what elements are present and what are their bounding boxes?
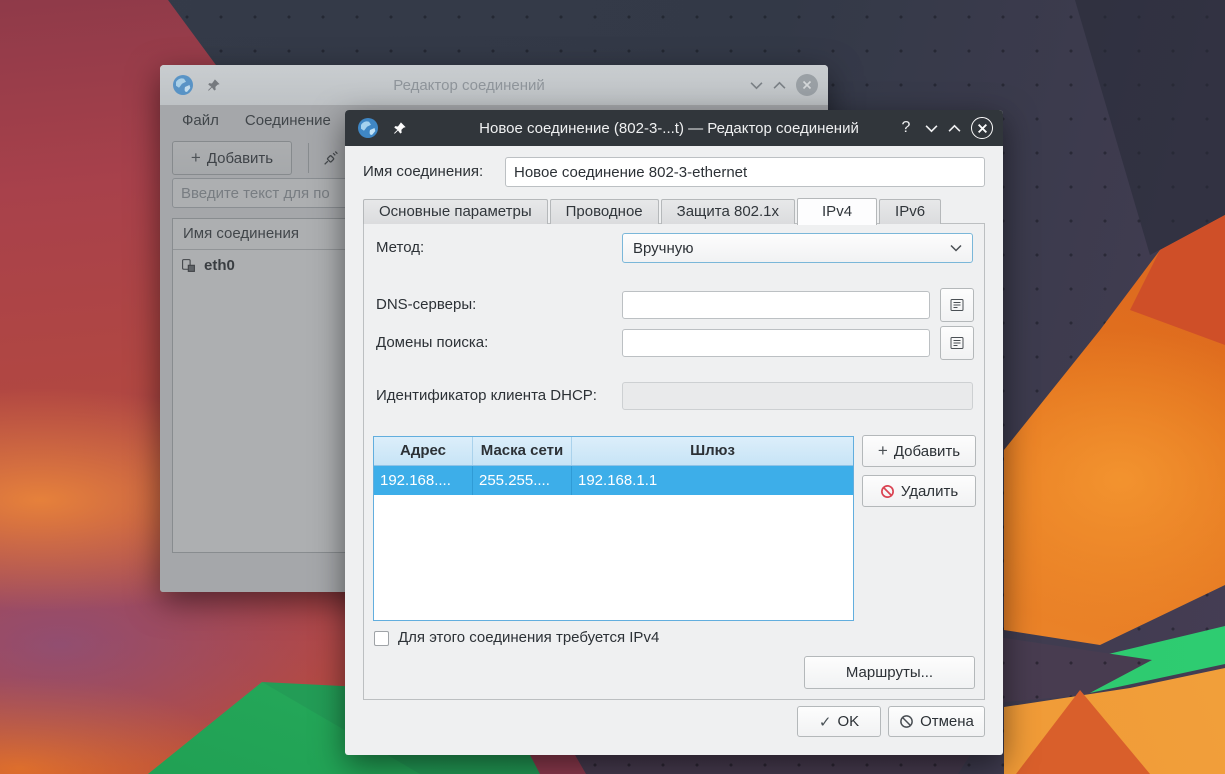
cell-gateway: 192.168.1.1	[572, 466, 853, 495]
delete-block-icon	[880, 484, 895, 499]
ok-button[interactable]: ✓ OK	[797, 706, 881, 737]
method-combobox[interactable]: Вручную	[622, 233, 973, 263]
pin-icon[interactable]	[206, 78, 221, 93]
titlebar[interactable]: Редактор соединений	[160, 65, 828, 105]
app-globe-icon	[172, 74, 194, 96]
addresses-table[interactable]: Адрес Маска сети Шлюз 192.168.... 255.25…	[373, 436, 854, 621]
help-icon[interactable]: ?	[897, 119, 915, 137]
plus-icon: +	[878, 441, 888, 461]
dialog-title: Новое соединение (802-3-...t) — Редактор…	[465, 120, 873, 137]
delete-address-label: Удалить	[901, 483, 958, 500]
tab-8021x-security[interactable]: Защита 802.1x	[661, 199, 795, 224]
table-row[interactable]: 192.168.... 255.255.... 192.168.1.1	[374, 466, 853, 495]
cancel-block-icon	[899, 714, 914, 729]
desktop: Редактор соединений Файл Соединение + До…	[0, 0, 1225, 774]
cell-address: 192.168....	[374, 466, 473, 495]
dns-servers-edit-button[interactable]	[940, 288, 974, 322]
column-header-netmask[interactable]: Маска сети	[473, 437, 572, 465]
ok-label: OK	[837, 713, 859, 730]
require-ipv4-checkbox[interactable]	[374, 631, 389, 646]
method-value: Вручную	[633, 240, 694, 257]
close-icon[interactable]	[796, 74, 818, 96]
pin-icon[interactable]	[392, 121, 407, 136]
dhcp-client-id-label: Идентификатор клиента DHCP:	[376, 381, 597, 411]
list-edit-icon	[949, 297, 965, 313]
chevron-down-icon	[950, 244, 962, 252]
minimize-chevron-down-icon[interactable]	[925, 124, 938, 133]
cancel-label: Отмена	[920, 713, 974, 730]
dns-servers-label: DNS-серверы:	[376, 290, 476, 320]
dns-servers-input[interactable]	[622, 291, 930, 319]
search-domains-edit-button[interactable]	[940, 326, 974, 360]
check-icon: ✓	[819, 713, 832, 731]
search-domains-label: Домены поиска:	[376, 328, 488, 358]
dhcp-client-id-input	[622, 382, 973, 410]
tab-general[interactable]: Основные параметры	[363, 199, 548, 224]
method-label: Метод:	[376, 233, 424, 263]
column-header-address[interactable]: Адрес	[374, 437, 473, 465]
cell-netmask: 255.255....	[473, 466, 572, 495]
window-title: Редактор соединений	[230, 77, 708, 94]
minimize-chevron-down-icon[interactable]	[750, 81, 763, 90]
routes-button[interactable]: Маршруты...	[804, 656, 975, 689]
connection-name-input[interactable]	[505, 157, 985, 187]
close-icon[interactable]	[971, 117, 993, 139]
tab-ipv6[interactable]: IPv6	[879, 199, 941, 224]
maximize-chevron-up-icon[interactable]	[773, 81, 786, 90]
ipv4-tab-panel: Метод: Вручную DNS-серверы: Домены поиск…	[363, 223, 985, 700]
search-domains-input[interactable]	[622, 329, 930, 357]
tab-ipv4[interactable]: IPv4	[797, 198, 877, 225]
routes-label: Маршруты...	[846, 664, 933, 681]
connection-name-label: Имя соединения:	[363, 157, 483, 187]
cancel-button[interactable]: Отмена	[888, 706, 985, 737]
column-header-gateway[interactable]: Шлюз	[572, 437, 853, 465]
dialog-titlebar[interactable]: Новое соединение (802-3-...t) — Редактор…	[345, 110, 1003, 146]
app-globe-icon	[357, 117, 379, 139]
list-edit-icon	[949, 335, 965, 351]
tab-wired[interactable]: Проводное	[550, 199, 659, 224]
new-connection-dialog: Новое соединение (802-3-...t) — Редактор…	[345, 110, 1003, 755]
add-address-button[interactable]: + Добавить	[862, 435, 976, 467]
add-address-label: Добавить	[894, 443, 960, 460]
table-header-row: Адрес Маска сети Шлюз	[374, 437, 853, 466]
require-ipv4-label: Для этого соединения требуется IPv4	[398, 627, 659, 649]
maximize-chevron-up-icon[interactable]	[948, 124, 961, 133]
tab-bar: Основные параметры Проводное Защита 802.…	[363, 197, 985, 224]
delete-address-button[interactable]: Удалить	[862, 475, 976, 507]
